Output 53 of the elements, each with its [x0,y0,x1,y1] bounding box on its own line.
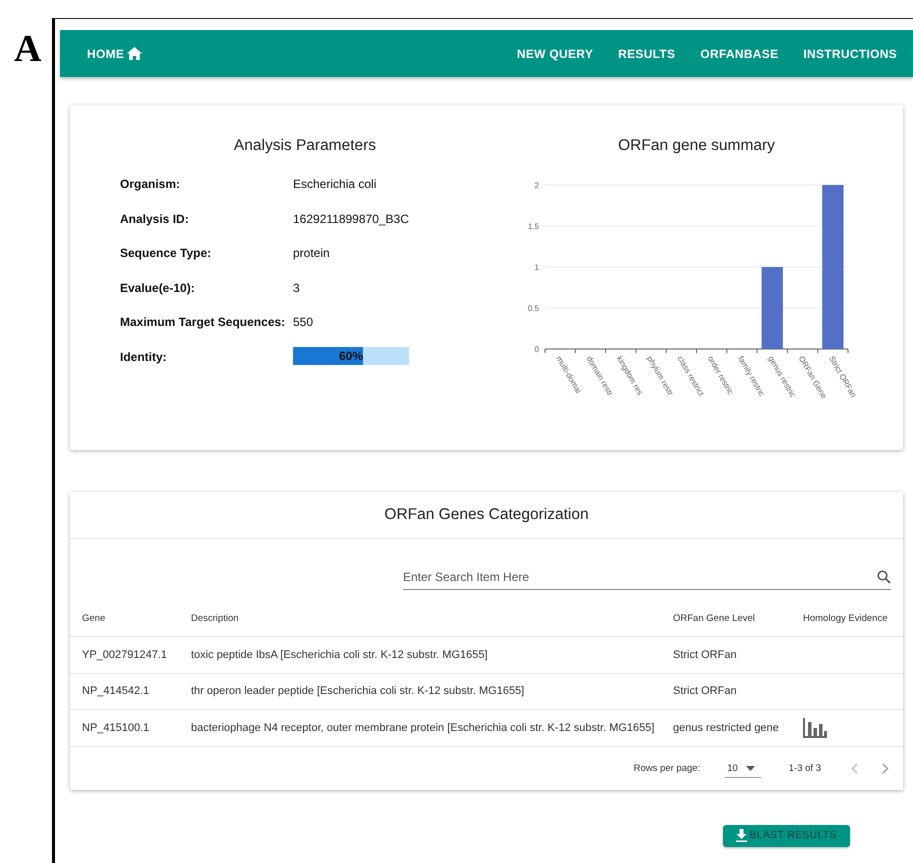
home-icon [127,47,142,60]
parameter-value: 3 [293,280,301,294]
table-cell-text: NP_415100.1 [82,722,150,734]
home-link[interactable]: HOME [87,46,142,60]
section-title: Analysis Parameters [232,137,378,155]
next-page-button[interactable] [882,762,889,774]
parameter-label: Analysis ID: [120,212,190,226]
parameter-value: 550 [293,315,314,329]
column-header: Description [191,612,240,624]
parameter-label: Evalue(e-10): [120,280,196,294]
search-field[interactable]: Enter Search Item Here [403,570,877,584]
column-header: Gene [82,612,106,624]
nav-link[interactable]: RESULTS [618,46,676,60]
table-cell-text: toxic peptide IbsA [Escherichia coli str. K-12 substr. MG1655] [191,648,489,661]
table-cell-text: bacteriophage N4 receptor, outer membrane protein [Escherichia coli str. K-12 substr. MG1655] [191,722,656,734]
table-title: ORFan Genes Categorization [384,506,589,524]
table-cell-text: Strict ORFan [673,648,738,661]
parameter-label: Sequence Type: [120,246,212,260]
table-cell-text: thr operon leader peptide [Escherichia coli str. K-12 substr. MG1655] [191,685,526,698]
parameter-label: Maximum Target Sequences: [120,315,286,329]
parameter-label: Identity: [120,350,168,364]
progress-reading: 60% [338,348,364,362]
dropdown-caret-icon [746,766,755,770]
y-tick-label: 0.5 [528,304,539,313]
previous-page-button[interactable] [851,762,858,774]
y-tick-label: 2 [534,181,539,190]
nav-link[interactable]: ORFANBASE [700,46,778,60]
table-cell-text: Strict ORFan [673,685,738,698]
y-tick-label: 0 [534,345,539,354]
y-tick-label: 1.5 [528,222,539,231]
download-icon [736,829,747,842]
column-header: Homology Evidence [803,612,888,624]
rows-per-page-select[interactable]: 10 [725,758,761,778]
table-cell-text: NP_414542.1 [82,685,150,698]
column-header: ORFan Gene Level [673,612,756,624]
chevron-left-icon [851,762,858,774]
download-button[interactable]: BLAST RESULTS [722,824,850,846]
chevron-right-icon [882,762,889,774]
y-tick-label: 1 [534,263,539,272]
nav-link[interactable]: INSTRUCTIONS [803,46,897,60]
search-icon [877,570,891,584]
table-cell-text: genus restricted gene [673,722,780,734]
chart-title: ORFan gene summary [617,137,776,155]
figure-label: A [14,28,42,70]
bar-chart-icon[interactable] [803,718,827,738]
nav-link[interactable]: NEW QUERY [516,46,594,60]
parameter-value: Escherichia coli [293,177,378,191]
parameter-value: 1629211899870_B3C [293,212,410,226]
parameter-value: protein [293,246,331,260]
page-range: 1-3 of 3 [788,762,821,774]
rows-per-page-label: Rows per page: [634,762,700,774]
table-cell-text: YP_002791247.1 [82,648,168,661]
parameter-label: Organism: [120,177,182,191]
